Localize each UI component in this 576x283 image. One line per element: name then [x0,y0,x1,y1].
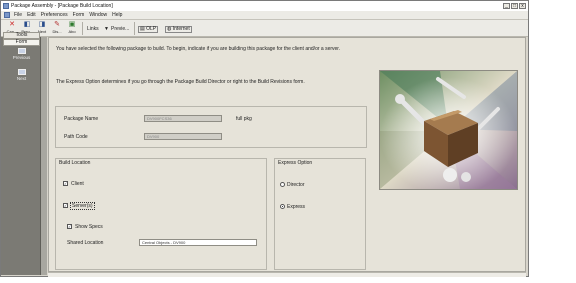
left-rail: Tools Form Previous Next [1,32,41,275]
menu-edit[interactable]: Edit [27,12,36,18]
menu-window[interactable]: Window [89,12,107,18]
globe-icon: ◍ [167,26,172,32]
maximize-button[interactable]: □ [511,3,518,9]
arrow-right-icon [17,69,26,75]
app-icon [3,3,9,9]
client-checkbox[interactable]: ✓ [63,181,68,186]
arrow-left-icon: ◧ [23,21,31,28]
application-window: Package Assembly - [Package Build Locati… [0,0,529,277]
internet-button[interactable]: ◍ Internet [165,26,192,33]
arrow-right-icon: ◨ [38,21,46,28]
package-type-label: full pkg [236,116,252,122]
about-icon: ▣ [68,21,76,28]
show-specs-label: Show Specs [75,224,103,230]
toolbar: ✕ Can... ◧ Prev... ◨ Next ✎ Dis... ▣ Abo… [1,20,528,37]
build-location-title: Build Location [59,160,91,166]
rail-item-next[interactable]: Next [3,69,40,81]
express-label: Express [287,204,306,210]
minimize-button[interactable]: _ [503,3,510,9]
build-location-panel: Build Location ✓ Client ✓ Server(s) ✓ Sh… [55,158,267,270]
menu-bar: File Edit Preferences Form Window Help [1,11,528,20]
menu-file[interactable]: File [14,12,22,18]
client-label: Client [71,181,84,187]
close-icon: ✕ [9,21,15,28]
path-code-label: Path Code [64,134,88,140]
director-radio[interactable] [280,182,285,187]
package-info-panel: Package Name DV900FCS36 full pkg Path Co… [55,106,367,148]
express-info-text: The Express Option determines if you go … [56,79,305,85]
package-box-icon [380,71,517,189]
close-window-button[interactable]: x [519,3,526,9]
path-code-field: DV900 [144,133,222,140]
servers-checkbox[interactable]: ✓ [63,203,68,208]
express-option-title: Express Option [278,160,313,166]
preview-menu[interactable]: Previe... [111,26,129,32]
express-option-panel: Express Option Director Express [274,158,366,270]
olp-button[interactable]: ▤ OLP [138,26,159,33]
package-name-field: DV900FCS36 [144,115,222,122]
rail-splitter[interactable] [41,37,47,275]
display-button[interactable]: ✎ Dis... [50,21,64,36]
package-name-label: Package Name [64,116,99,122]
intro-text: You have selected the following package … [56,46,341,52]
about-button[interactable]: ▣ Abo [65,21,79,36]
form-tab[interactable]: Form [3,39,40,46]
tools-tab[interactable]: Tools [3,32,40,39]
horizontal-scrollbar[interactable] [48,272,526,277]
express-radio[interactable] [280,204,285,209]
menu-preferences[interactable]: Preferences [41,12,68,18]
olp-icon: ▤ [140,26,145,32]
show-specs-checkbox[interactable]: ✓ [67,224,72,229]
display-icon: ✎ [54,21,60,28]
menu-form[interactable]: Form [73,12,85,18]
menu-help[interactable]: Help [112,12,122,18]
rail-item-previous[interactable]: Previous [3,48,40,60]
chevron-down-icon[interactable]: ▼ [104,26,109,32]
arrow-left-icon [17,48,26,54]
package-illustration [379,70,518,190]
links-menu[interactable]: Links [87,26,99,32]
document-icon [4,12,10,18]
toolbar-separator [82,22,83,35]
director-label: Director [287,182,305,188]
form-body: You have selected the following package … [48,37,526,272]
shared-location-label: Shared Location [67,240,104,246]
window-title: Package Assembly - [Package Build Locati… [11,3,113,9]
toolbar-separator [134,22,135,35]
servers-label: Server(s) [70,202,95,210]
title-bar: Package Assembly - [Package Build Locati… [1,1,528,11]
shared-location-field[interactable]: Central Objects - DV900 [139,239,257,246]
